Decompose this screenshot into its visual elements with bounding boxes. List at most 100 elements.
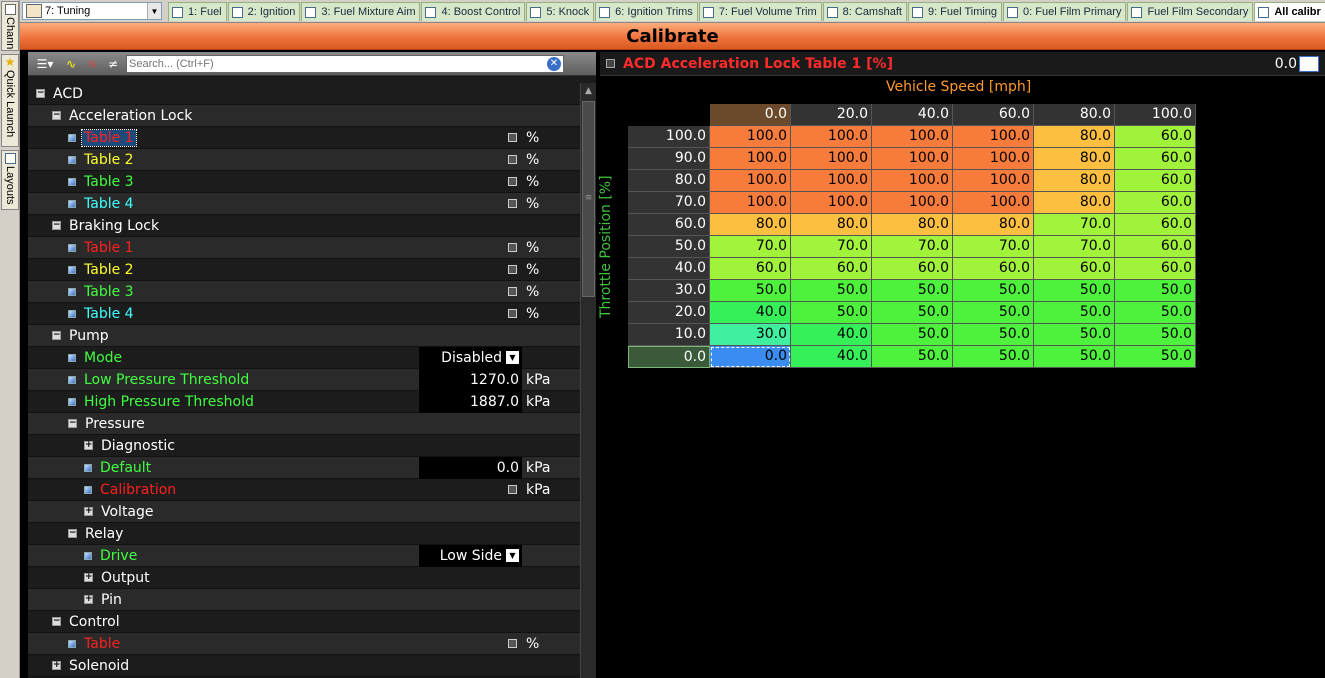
table-cell[interactable]: 80.0 [953, 214, 1034, 236]
table-cell[interactable]: 100.0 [791, 148, 872, 170]
table-cell[interactable]: 100.0 [953, 126, 1034, 148]
table-cell[interactable]: 50.0 [872, 280, 953, 302]
tree-row[interactable]: + Voltage [28, 501, 580, 523]
tree-row[interactable]: Low Pressure Threshold 1270.0 kPa [28, 368, 580, 391]
not-equal-icon[interactable]: ≠ [104, 55, 122, 73]
tab-7[interactable]: 8: Camshaft [822, 2, 907, 21]
tree-row[interactable]: − Acceleration Lock [28, 105, 580, 127]
table-icon[interactable] [508, 265, 517, 274]
scroll-up-icon[interactable]: ▲ [581, 83, 596, 99]
table-cell[interactable]: 80.0 [1034, 126, 1115, 148]
table-cell[interactable]: 100.0 [872, 192, 953, 214]
table-icon[interactable] [508, 243, 517, 252]
tree-row[interactable]: + Solenoid [28, 655, 580, 677]
value-field[interactable] [419, 633, 522, 655]
table-cell[interactable]: 70.0 [791, 236, 872, 258]
channels-tab[interactable]: Channels [1, 1, 19, 51]
value-field[interactable] [419, 259, 522, 281]
table-cell[interactable]: 60.0 [1115, 214, 1196, 236]
value-field[interactable]: 0.0 [419, 456, 522, 479]
table-cell[interactable]: 50.0 [953, 346, 1034, 368]
x-axis-breakpoint[interactable]: 100.0 [1115, 104, 1196, 126]
tab-6[interactable]: 7: Fuel Volume Trim [698, 2, 822, 21]
table-cell[interactable]: 30.0 [710, 324, 791, 346]
chevron-down-icon[interactable]: ▼ [506, 549, 519, 562]
table-cell[interactable]: 80.0 [1034, 170, 1115, 192]
tab-2[interactable]: 3: Fuel Mixture Aim [301, 2, 421, 21]
tree-row[interactable]: Table 4% [28, 303, 580, 325]
table-cell[interactable]: 100.0 [710, 148, 791, 170]
table-cell[interactable]: 60.0 [1115, 192, 1196, 214]
tab-0[interactable]: 1: Fuel [168, 2, 227, 21]
waveform-icon[interactable]: ∿ [62, 55, 80, 73]
table-cell[interactable]: 80.0 [710, 214, 791, 236]
value-field[interactable] [419, 149, 522, 171]
table-cell[interactable]: 50.0 [1034, 302, 1115, 324]
table-cell[interactable]: 50.0 [710, 280, 791, 302]
tree-row[interactable]: − Pressure [28, 413, 580, 435]
table-cell[interactable]: 50.0 [1115, 302, 1196, 324]
table-cell[interactable]: 100.0 [710, 126, 791, 148]
table-cell[interactable]: 50.0 [791, 280, 872, 302]
value-field[interactable] [419, 193, 522, 215]
value-field[interactable]: 1887.0 [419, 390, 522, 413]
table-cell[interactable]: 60.0 [1115, 258, 1196, 280]
tree-row[interactable]: Table 4% [28, 193, 580, 215]
y-axis-breakpoint[interactable]: 10.0 [628, 324, 710, 346]
tree-row[interactable]: Table 1% [28, 237, 580, 259]
table-icon[interactable] [508, 133, 517, 142]
tree-scrollbar[interactable]: ▲ ≡ [580, 83, 596, 678]
x-axis-breakpoint[interactable]: 60.0 [953, 104, 1034, 126]
value-field[interactable] [419, 237, 522, 259]
tab-10[interactable]: Fuel Film Secondary [1127, 2, 1254, 21]
collapse-icon[interactable]: − [52, 331, 61, 340]
tree-row[interactable]: Calibration kPa [28, 479, 580, 501]
collapse-icon[interactable]: − [68, 419, 77, 428]
table-cell[interactable]: 100.0 [710, 170, 791, 192]
table-cell[interactable]: 100.0 [710, 192, 791, 214]
table-cell[interactable]: 80.0 [872, 214, 953, 236]
y-axis-breakpoint[interactable]: 30.0 [628, 280, 710, 302]
tab-8[interactable]: 9: Fuel Timing [907, 2, 1003, 21]
value-field[interactable] [419, 281, 522, 303]
table-cell[interactable]: 70.0 [953, 236, 1034, 258]
search-input[interactable] [127, 57, 547, 70]
tree-row[interactable]: Table 3% [28, 281, 580, 303]
expand-icon[interactable]: + [84, 441, 93, 450]
tree-row[interactable]: High Pressure Threshold 1887.0 kPa [28, 390, 580, 413]
tab-3[interactable]: 4: Boost Control [421, 2, 526, 21]
y-axis-breakpoint[interactable]: 0.0 [628, 346, 710, 368]
table-cell[interactable]: 60.0 [953, 258, 1034, 280]
expand-icon[interactable]: + [84, 595, 93, 604]
table-icon[interactable] [508, 199, 517, 208]
collapse-icon[interactable]: − [68, 529, 77, 538]
chevron-down-icon[interactable]: ▼ [506, 351, 519, 364]
value-field[interactable]: Disabled ▼ [419, 346, 522, 369]
table-cell[interactable]: 50.0 [791, 302, 872, 324]
table-cell[interactable]: 50.0 [953, 324, 1034, 346]
tree-row[interactable]: Mode Disabled ▼ [28, 346, 580, 369]
tree-row[interactable]: − Pump [28, 325, 580, 347]
tree-row[interactable]: − Relay [28, 523, 580, 545]
tree-row[interactable]: − ACD [28, 83, 580, 105]
y-axis-breakpoint[interactable]: 100.0 [628, 126, 710, 148]
y-axis-breakpoint[interactable]: 80.0 [628, 170, 710, 192]
x-axis-breakpoint[interactable]: 40.0 [872, 104, 953, 126]
table-cell[interactable]: 60.0 [1115, 148, 1196, 170]
x-axis-breakpoint[interactable]: 0.0 [710, 104, 791, 126]
y-axis-breakpoint[interactable]: 60.0 [628, 214, 710, 236]
table-cell[interactable]: 50.0 [1115, 280, 1196, 302]
value-field[interactable] [419, 171, 522, 193]
table-icon[interactable] [508, 287, 517, 296]
table-cell[interactable]: 40.0 [791, 346, 872, 368]
tree-row[interactable]: − Braking Lock [28, 215, 580, 237]
tree-row[interactable]: Table 2% [28, 149, 580, 171]
table-cell[interactable]: 50.0 [872, 324, 953, 346]
table-cell[interactable]: 80.0 [791, 214, 872, 236]
table-cell[interactable]: 70.0 [1034, 236, 1115, 258]
collapse-icon[interactable]: − [36, 89, 45, 98]
table-cell[interactable]: 100.0 [791, 170, 872, 192]
x-axis-breakpoint[interactable]: 20.0 [791, 104, 872, 126]
table-cell[interactable]: 50.0 [872, 346, 953, 368]
value-field[interactable]: Low Side ▼ [419, 544, 522, 567]
